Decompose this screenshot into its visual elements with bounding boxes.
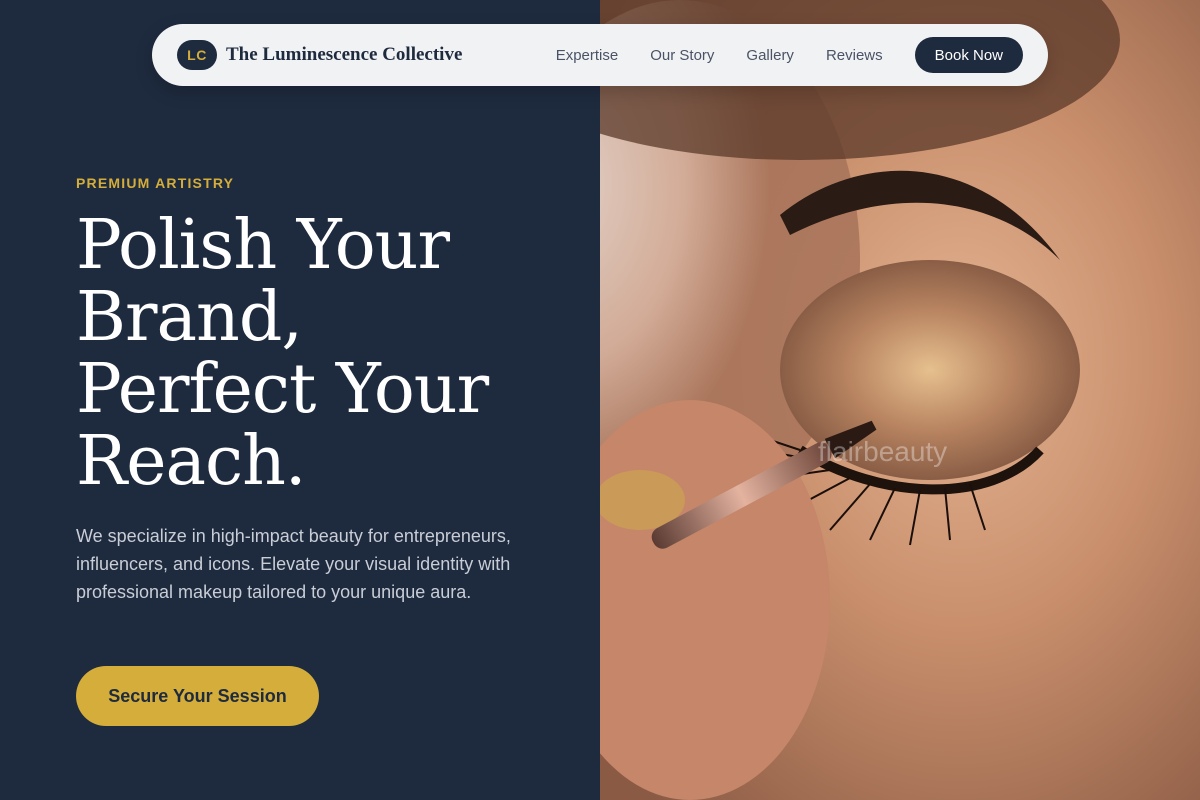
image-watermark: flairbeauty [818, 436, 948, 467]
nav-link-expertise[interactable]: Expertise [556, 47, 619, 64]
hero-image: flairbeauty [600, 0, 1200, 800]
secure-session-button[interactable]: Secure Your Session [76, 666, 319, 726]
hero-left-panel: PREMIUM ARTISTRY Polish Your Brand, Perf… [0, 0, 600, 800]
book-now-button[interactable]: Book Now [914, 37, 1023, 73]
hero-description: We specialize in high-impact beauty for … [76, 526, 511, 602]
hero-headline: Polish Your Brand, Perfect Your Reach. [76, 210, 576, 498]
nav-link-our-story[interactable]: Our Story [650, 47, 714, 64]
headline-line: Reach. [76, 422, 306, 501]
nav-link-gallery[interactable]: Gallery [746, 47, 794, 64]
top-navbar: LC The Luminescence Collective Expertise… [152, 24, 1048, 86]
headline-line: Brand, [76, 278, 303, 357]
hero-eyebrow: PREMIUM ARTISTRY [76, 175, 235, 191]
logo-badge[interactable]: LC [177, 40, 217, 70]
headline-line: Polish Your [76, 206, 450, 285]
nav-link-reviews[interactable]: Reviews [826, 47, 883, 64]
nav-links: Expertise Our Story Gallery Reviews Book… [556, 37, 1023, 73]
brand-name[interactable]: The Luminescence Collective [226, 44, 462, 66]
eye-makeup-photo [600, 0, 1200, 800]
headline-line: Perfect Your [76, 350, 489, 429]
